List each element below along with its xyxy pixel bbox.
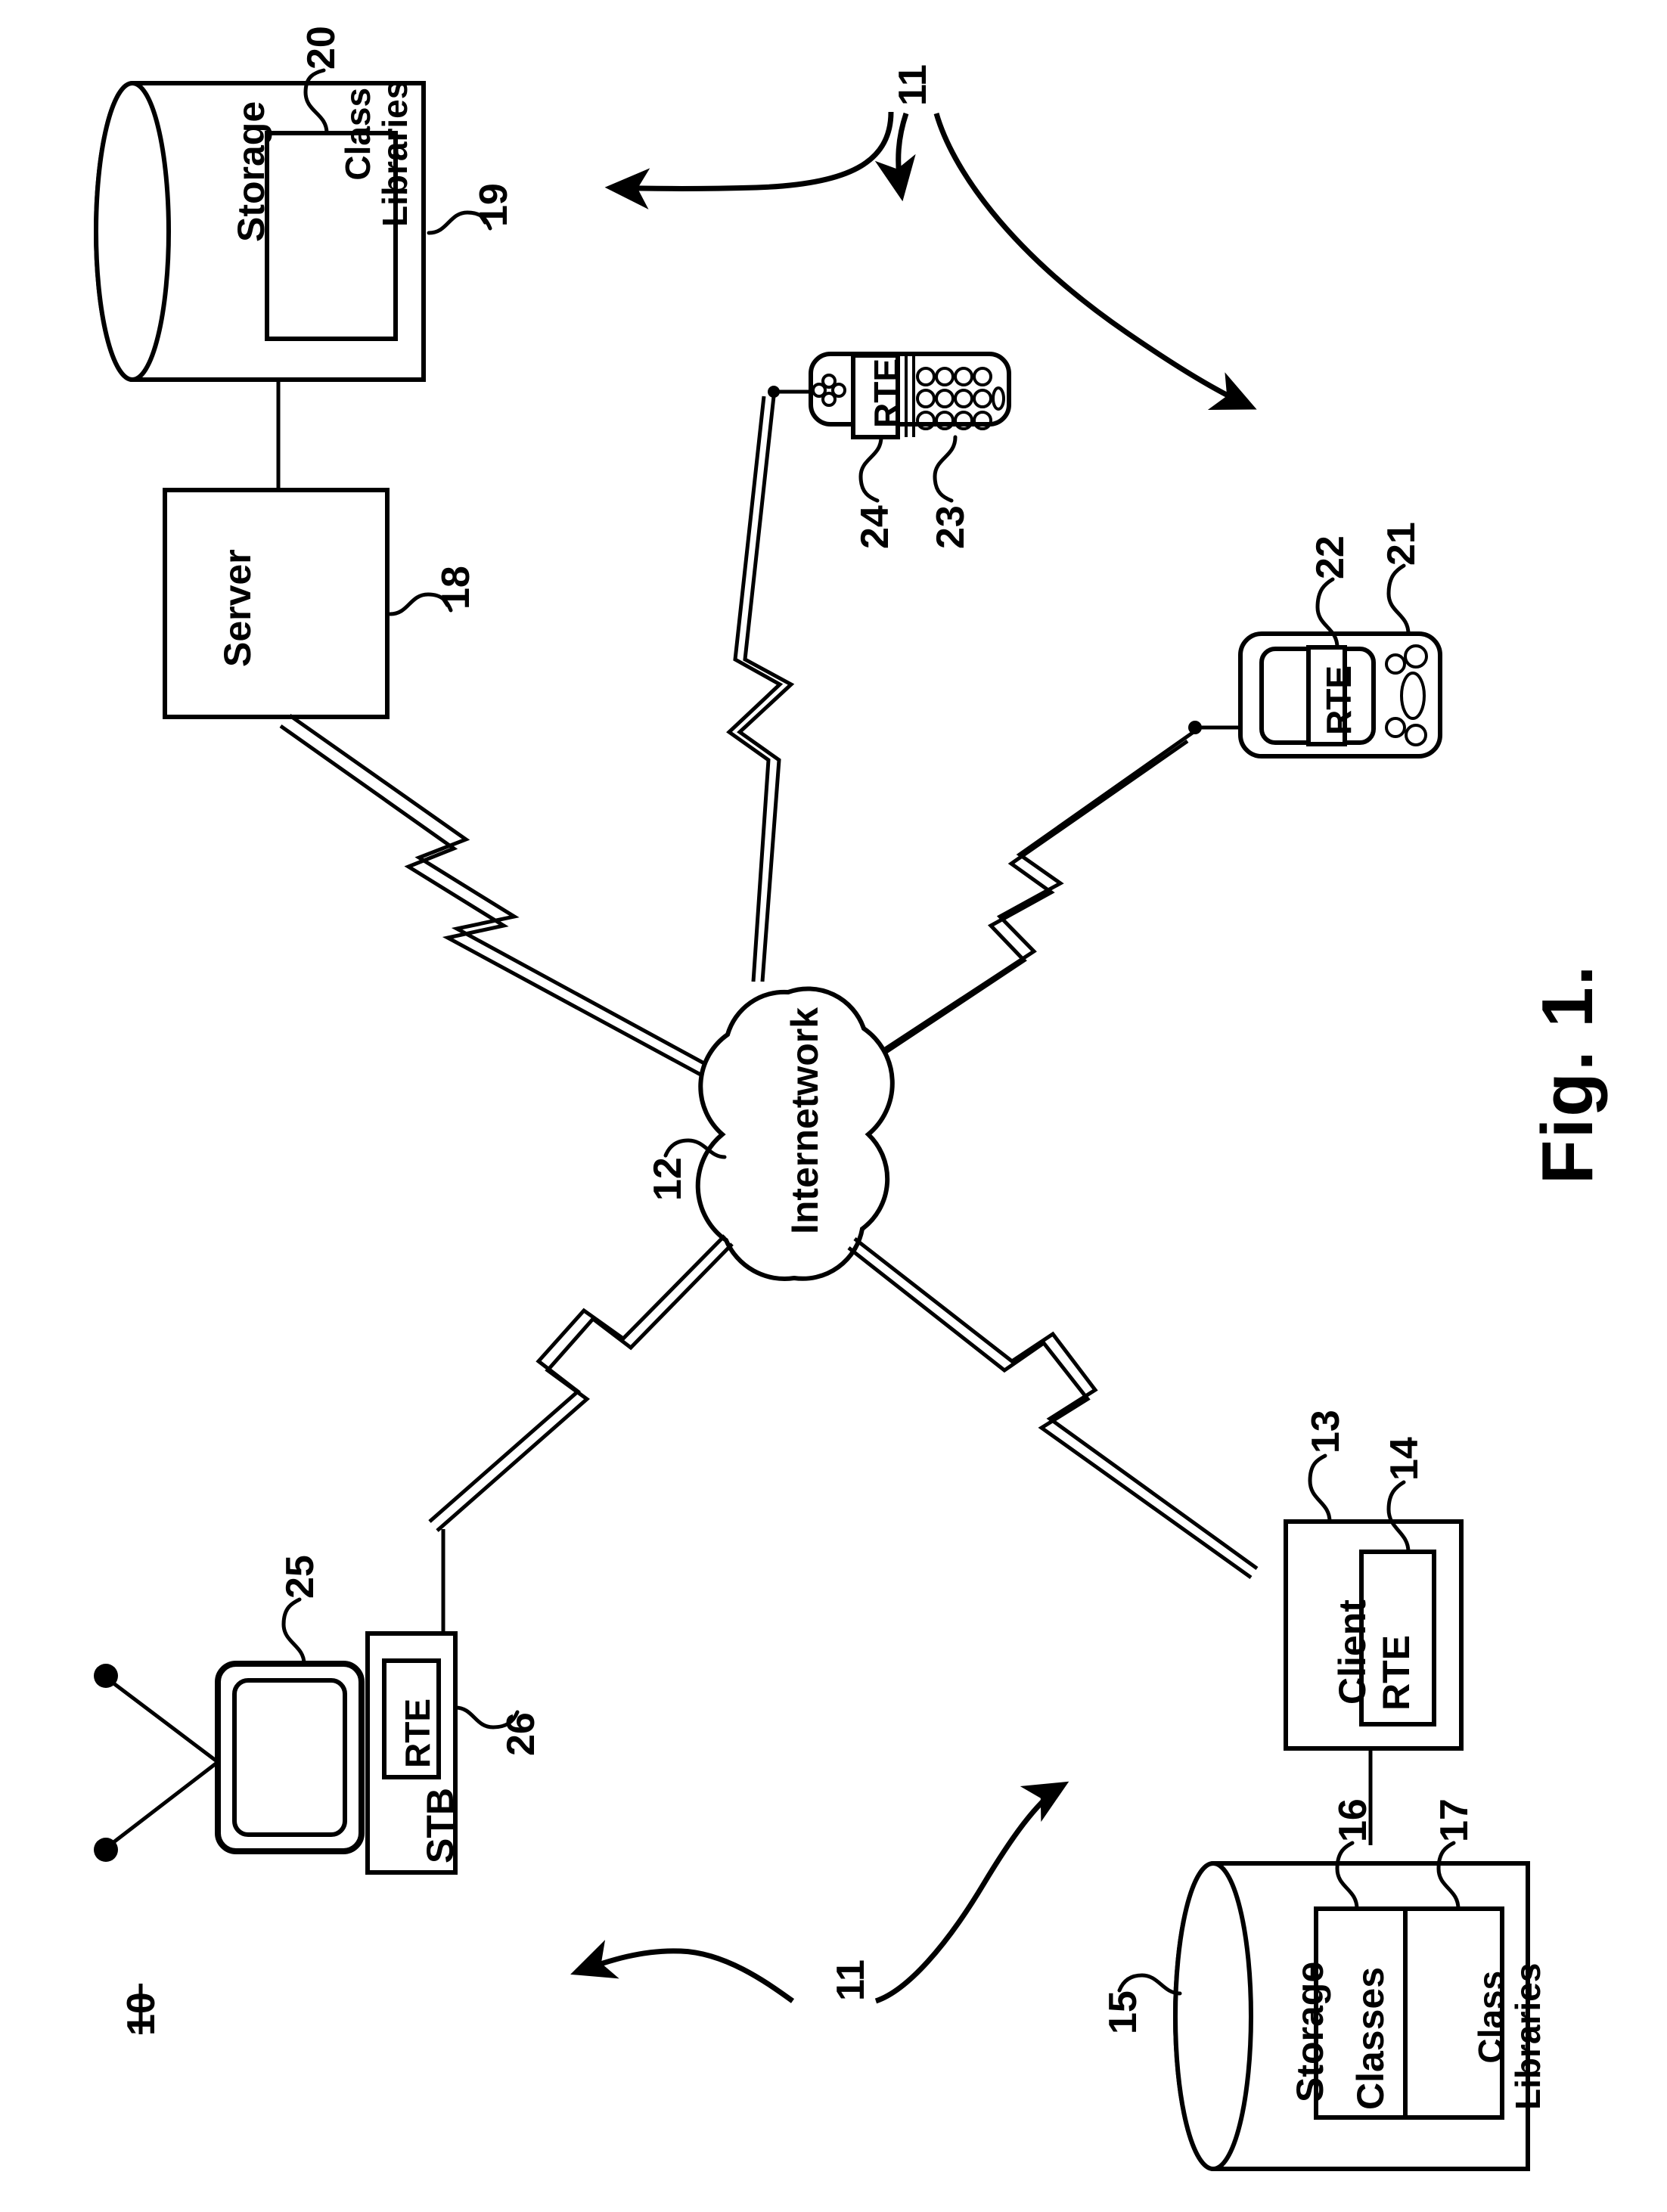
- label-rte-client: RTE: [1375, 1635, 1417, 1711]
- ref-11-top: 11: [891, 64, 935, 106]
- pda-device: [1188, 631, 1442, 759]
- server-box: [163, 488, 390, 719]
- callout-arrows-bottom: [570, 1781, 1069, 2004]
- figure-linework: [94, 68, 1530, 2171]
- ref-17: 17: [1433, 1798, 1476, 1842]
- label-storage-top: Storage: [230, 101, 272, 242]
- label-server: Server: [216, 549, 259, 667]
- label-internetwork: Internetwork: [784, 1007, 826, 1234]
- ref-16: 16: [1331, 1798, 1375, 1842]
- ref-26: 26: [499, 1712, 543, 1756]
- link-server-cloud: [279, 713, 739, 1093]
- label-stb: STB: [419, 1788, 461, 1863]
- patent-figure-1: Storage Class Libraries Server RTE RTE I…: [0, 0, 1667, 2212]
- ref-13: 13: [1304, 1410, 1348, 1453]
- ref-11-bottom: 11: [829, 1959, 873, 2001]
- client-box: [1284, 1519, 1464, 1751]
- label-rte-pda: RTE: [1319, 665, 1358, 735]
- ref-22: 22: [1308, 535, 1352, 579]
- label-rte-stb: RTE: [398, 1699, 437, 1768]
- television: [94, 1661, 365, 1862]
- ref-19: 19: [472, 183, 516, 227]
- label-class-libraries-top: Class Libraries: [303, 80, 450, 227]
- link-pda-cloud: [847, 730, 1195, 1079]
- label-client: Client: [1331, 1599, 1374, 1705]
- leader-13: [1308, 1453, 1332, 1524]
- link-phone-cloud: [726, 396, 795, 982]
- ref-21: 21: [1380, 522, 1423, 566]
- ref-25: 25: [278, 1555, 322, 1599]
- label-storage-bottom: Storage: [1289, 1961, 1331, 2102]
- ref-23: 23: [929, 505, 973, 549]
- label-class-libraries-bottom-text: Class Libraries: [1470, 1962, 1547, 2110]
- ref-14: 14: [1383, 1437, 1426, 1481]
- ref-15: 15: [1101, 1990, 1145, 2034]
- ref-10: 10: [120, 1992, 163, 2036]
- label-rte-phone: RTE: [867, 358, 906, 428]
- label-class-libraries-bottom: Class Libraries: [1436, 1963, 1583, 2110]
- leader-25: [281, 1597, 306, 1666]
- label-classes: Classes: [1349, 1966, 1392, 2110]
- ref-24: 24: [853, 505, 897, 549]
- figure-caption: Fig. 1.: [1527, 963, 1608, 1184]
- link-cloud-client: [847, 1237, 1259, 1580]
- ref-12: 12: [646, 1157, 690, 1201]
- label-class-libraries-top-line1: Class Libraries: [337, 79, 414, 227]
- leader-24: [858, 435, 883, 503]
- leader-23: [933, 435, 958, 503]
- link-cloud-stb: [428, 1234, 734, 1532]
- ref-18: 18: [434, 566, 478, 610]
- ref-20: 20: [300, 26, 343, 70]
- leader-21: [1386, 563, 1411, 636]
